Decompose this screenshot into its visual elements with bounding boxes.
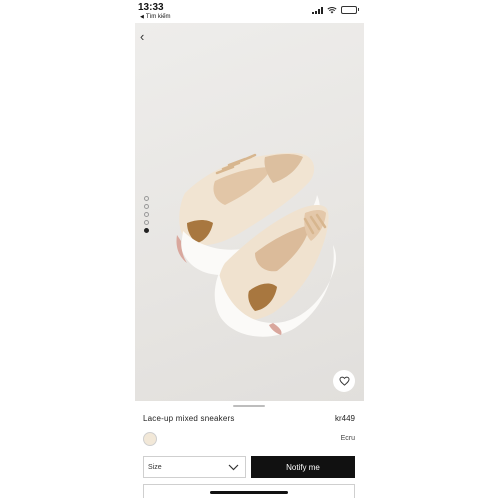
color-swatch[interactable] [143, 432, 157, 446]
color-name: Ecru [340, 435, 355, 442]
favorite-button[interactable] [333, 370, 355, 392]
sheet-handle[interactable] [233, 405, 265, 407]
product-price: kr449 [334, 414, 355, 423]
status-time: 13:33 [138, 2, 164, 13]
size-select[interactable]: Size [143, 456, 246, 478]
size-select-label: Size [148, 463, 162, 471]
gallery-dot[interactable] [144, 204, 149, 209]
chevron-down-icon [228, 464, 239, 470]
product-name: Lace-up mixed sneakers [143, 414, 235, 423]
product-page: 13:33 ◀ Tìm kiếm ‹ Lace-up mixed sneaker… [0, 0, 499, 499]
gallery-dot[interactable] [144, 220, 149, 225]
back-to-app[interactable]: ◀ Tìm kiếm [140, 14, 171, 20]
battery-icon [341, 6, 359, 14]
sneakers-image [176, 152, 336, 337]
cellular-signal-icon [312, 6, 323, 14]
heart-icon [338, 376, 350, 386]
product-image-gallery[interactable]: ‹ [135, 23, 364, 401]
gallery-dot[interactable] [144, 228, 149, 233]
gallery-dot[interactable] [144, 212, 149, 217]
gallery-dot[interactable] [144, 196, 149, 201]
notify-me-button[interactable]: Notify me [251, 456, 355, 478]
chevron-left-icon[interactable]: ‹ [140, 29, 144, 44]
back-triangle-icon: ◀ [140, 14, 144, 20]
home-indicator [210, 491, 288, 494]
gallery-pagination [144, 196, 149, 233]
back-to-app-label: Tìm kiếm [145, 14, 171, 20]
status-icons [312, 6, 359, 14]
wifi-icon [327, 7, 337, 14]
